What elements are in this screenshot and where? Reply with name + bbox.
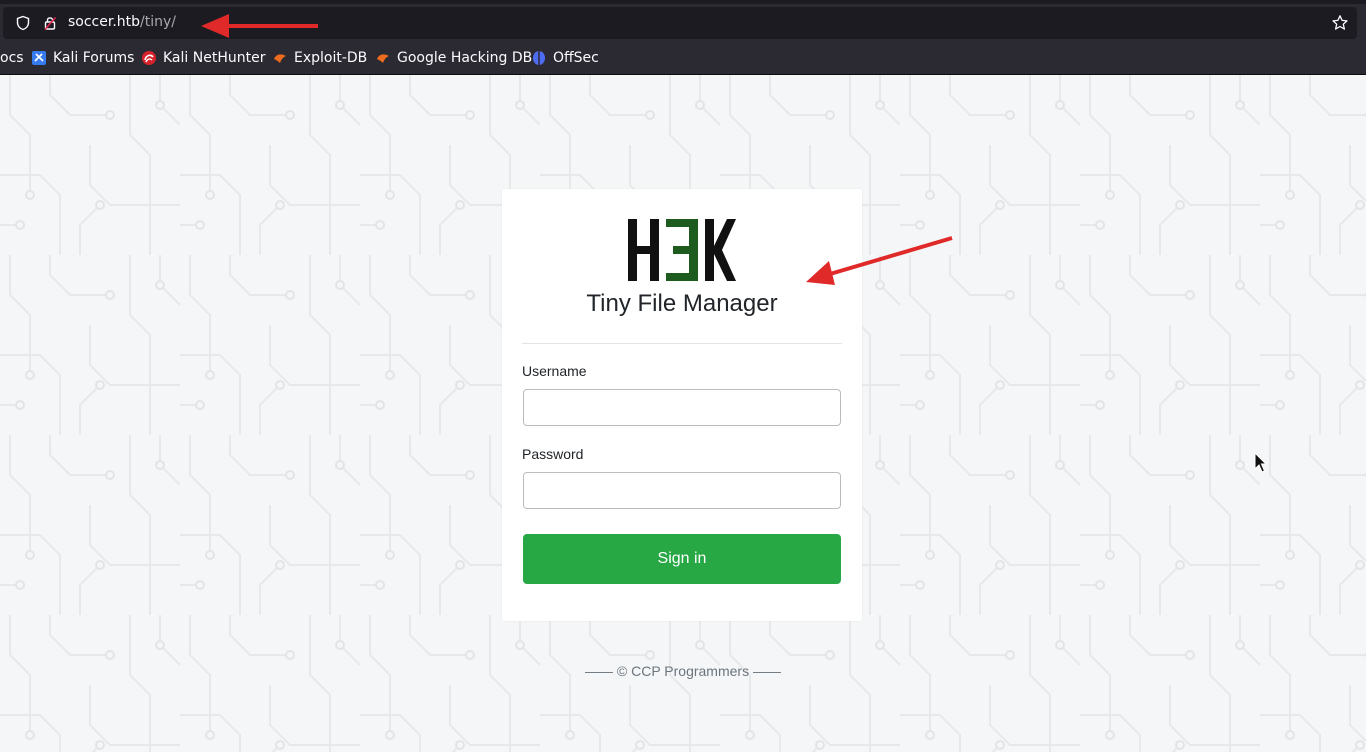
footer-copyright: —— © CCP Programmers ——: [585, 663, 781, 679]
password-label: Password: [522, 446, 584, 462]
kali-nethunter-icon: [142, 51, 156, 65]
bookmark-kali-nethunter[interactable]: Kali NetHunter: [141, 50, 265, 66]
tab-strip-edge: [0, 0, 1366, 4]
bookmark-star-icon[interactable]: [1331, 14, 1349, 32]
bookmark-kali-forums[interactable]: Kali Forums: [31, 50, 134, 66]
lock-insecure-icon[interactable]: [42, 15, 58, 31]
url-text[interactable]: soccer.htb/tiny/: [68, 14, 176, 30]
page-viewport: Tiny File Manager Username Password Sign…: [0, 75, 1366, 752]
bookmark-label: Kali NetHunter: [163, 50, 266, 66]
bookmarks-toolbar: ocs Kali Forums Kali NetHunter Exploit-D…: [0, 44, 1366, 74]
login-card: Tiny File Manager Username Password Sign…: [502, 189, 862, 621]
browser-chrome: soccer.htb/tiny/ ocs Kali Forums Kali Ne…: [0, 0, 1366, 75]
username-input[interactable]: [523, 389, 841, 426]
shield-icon[interactable]: [15, 15, 31, 31]
bookmark-docs[interactable]: ocs: [0, 50, 24, 66]
offsec-icon: [533, 51, 545, 65]
bookmark-label: Google Hacking DB: [397, 50, 533, 66]
bookmark-offsec[interactable]: OffSec: [531, 50, 599, 66]
bookmark-label: ocs: [0, 50, 24, 66]
url-path: /tiny/: [140, 14, 177, 30]
bookmark-label: Kali Forums: [53, 50, 135, 66]
bookmark-label: Exploit-DB: [294, 50, 368, 66]
sign-in-button[interactable]: Sign in: [523, 534, 841, 584]
bookmark-label: OffSec: [553, 50, 599, 66]
divider: [522, 343, 842, 344]
kali-forums-icon: [32, 51, 46, 65]
password-input[interactable]: [523, 472, 841, 509]
address-bar[interactable]: soccer.htb/tiny/: [3, 7, 1357, 39]
h3k-logo: [628, 219, 736, 281]
bookmark-google-hacking-db[interactable]: Google Hacking DB: [375, 50, 532, 66]
app-title: Tiny File Manager: [586, 290, 778, 317]
url-host: soccer.htb: [68, 14, 141, 30]
ghdb-icon: [377, 54, 389, 63]
bookmark-exploit-db[interactable]: Exploit-DB: [272, 50, 367, 66]
exploit-db-icon: [274, 54, 286, 63]
username-label: Username: [522, 363, 587, 379]
